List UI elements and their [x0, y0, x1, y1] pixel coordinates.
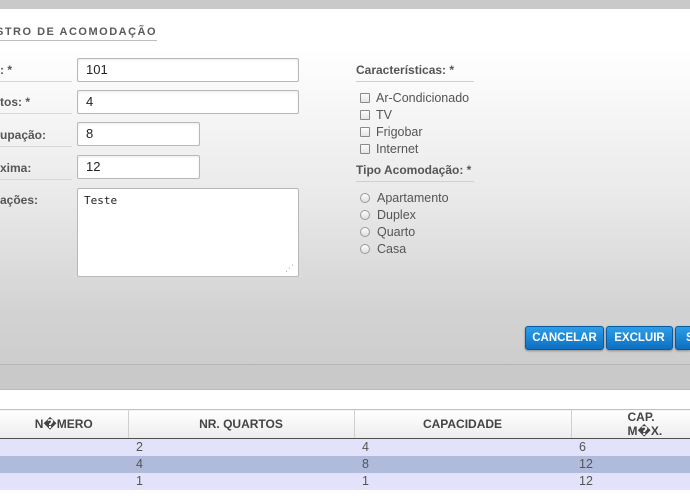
radio-label: Casa	[377, 242, 407, 256]
radio-icon[interactable]	[360, 227, 370, 237]
column-header-capacity[interactable]: CAPACIDADE	[353, 409, 572, 439]
form-title: STRO DE ACOMODAÇÃO	[0, 26, 158, 41]
accommodation-type-title: Tipo Acomodação: *	[356, 163, 472, 177]
table-cell	[0, 455, 128, 473]
table-cell	[0, 438, 128, 456]
radio-label: Quarto	[377, 225, 416, 239]
table-cell	[0, 472, 128, 490]
radio-casa[interactable]: Casa	[360, 242, 406, 256]
results-table-panel: N�MERO NR. QUARTOS CAPACIDADE CAP. M�X. …	[0, 389, 690, 500]
column-header-rooms[interactable]: NR. QUARTOS	[127, 409, 355, 439]
save-button[interactable]: S	[675, 326, 690, 350]
resize-grip-icon[interactable]: ⋰	[285, 264, 295, 274]
field-label-occupancy: upação:	[0, 128, 47, 142]
table-cell: 1	[128, 472, 354, 490]
delete-button[interactable]: EXCLUIR	[606, 326, 673, 350]
table-header-row: N�MERO NR. QUARTOS CAPACIDADE CAP. M�X.	[0, 409, 690, 439]
column-header-max-capacity[interactable]: CAP. M�X.	[570, 409, 690, 439]
table-row[interactable]: 2 4 6	[0, 438, 690, 456]
radio-duplex[interactable]: Duplex	[360, 208, 416, 222]
checkbox-label: Frigobar	[376, 125, 423, 139]
field-label-observations: ações:	[0, 193, 39, 207]
table-cell: 8	[354, 455, 571, 473]
checkbox-tv[interactable]: TV	[360, 108, 392, 122]
checkbox-icon[interactable]	[360, 127, 370, 137]
radio-icon[interactable]	[360, 244, 370, 254]
checkbox-icon[interactable]	[360, 110, 370, 120]
table-cell: 12	[571, 472, 690, 490]
checkbox-internet[interactable]: Internet	[360, 142, 418, 156]
divider	[356, 181, 474, 182]
checkbox-frigobar[interactable]: Frigobar	[360, 125, 423, 139]
column-header-number[interactable]: N�MERO	[0, 409, 129, 439]
max-capacity-input[interactable]: 12	[77, 155, 200, 179]
table-cell: 4	[128, 455, 354, 473]
checkbox-icon[interactable]	[360, 93, 370, 103]
checkbox-label: Ar-Condicionado	[376, 91, 470, 105]
accommodation-table: N�MERO NR. QUARTOS CAPACIDADE CAP. M�X. …	[0, 409, 690, 490]
radio-quarto[interactable]: Quarto	[360, 225, 415, 239]
checkbox-label: TV	[376, 108, 392, 122]
occupancy-input[interactable]: 8	[77, 122, 200, 146]
characteristics-title: Características: *	[356, 63, 455, 77]
table-cell: 4	[354, 438, 571, 456]
cancel-button[interactable]: CANCELAR	[525, 326, 604, 350]
radio-apartamento[interactable]: Apartamento	[360, 191, 449, 205]
divider	[0, 113, 72, 114]
form-panel: STRO DE ACOMODAÇÃO : * 101 tos: * 4 upaç…	[0, 9, 690, 365]
radio-icon[interactable]	[360, 193, 370, 203]
divider	[356, 81, 474, 82]
number-input[interactable]: 101	[77, 58, 299, 82]
checkbox-icon[interactable]	[360, 144, 370, 154]
divider	[0, 146, 72, 147]
divider	[0, 179, 72, 180]
table-cell: 6	[571, 438, 690, 456]
table-row[interactable]: 1 1 12	[0, 472, 690, 490]
radio-label: Apartamento	[377, 191, 449, 205]
radio-icon[interactable]	[360, 210, 370, 220]
checkbox-label: Internet	[376, 142, 419, 156]
table-cell: 1	[354, 472, 571, 490]
field-label-number: : *	[0, 63, 12, 77]
table-cell: 12	[571, 455, 690, 473]
rooms-input[interactable]: 4	[77, 90, 299, 114]
table-cell: 2	[128, 438, 354, 456]
observations-textarea[interactable]: Teste	[77, 188, 299, 277]
table-row[interactable]: 4 8 12	[0, 455, 690, 473]
checkbox-ar-condicionado[interactable]: Ar-Condicionado	[360, 91, 469, 105]
radio-label: Duplex	[377, 208, 416, 222]
field-label-max: xima:	[0, 161, 32, 175]
divider	[0, 81, 72, 82]
field-label-rooms: tos: *	[0, 95, 30, 109]
